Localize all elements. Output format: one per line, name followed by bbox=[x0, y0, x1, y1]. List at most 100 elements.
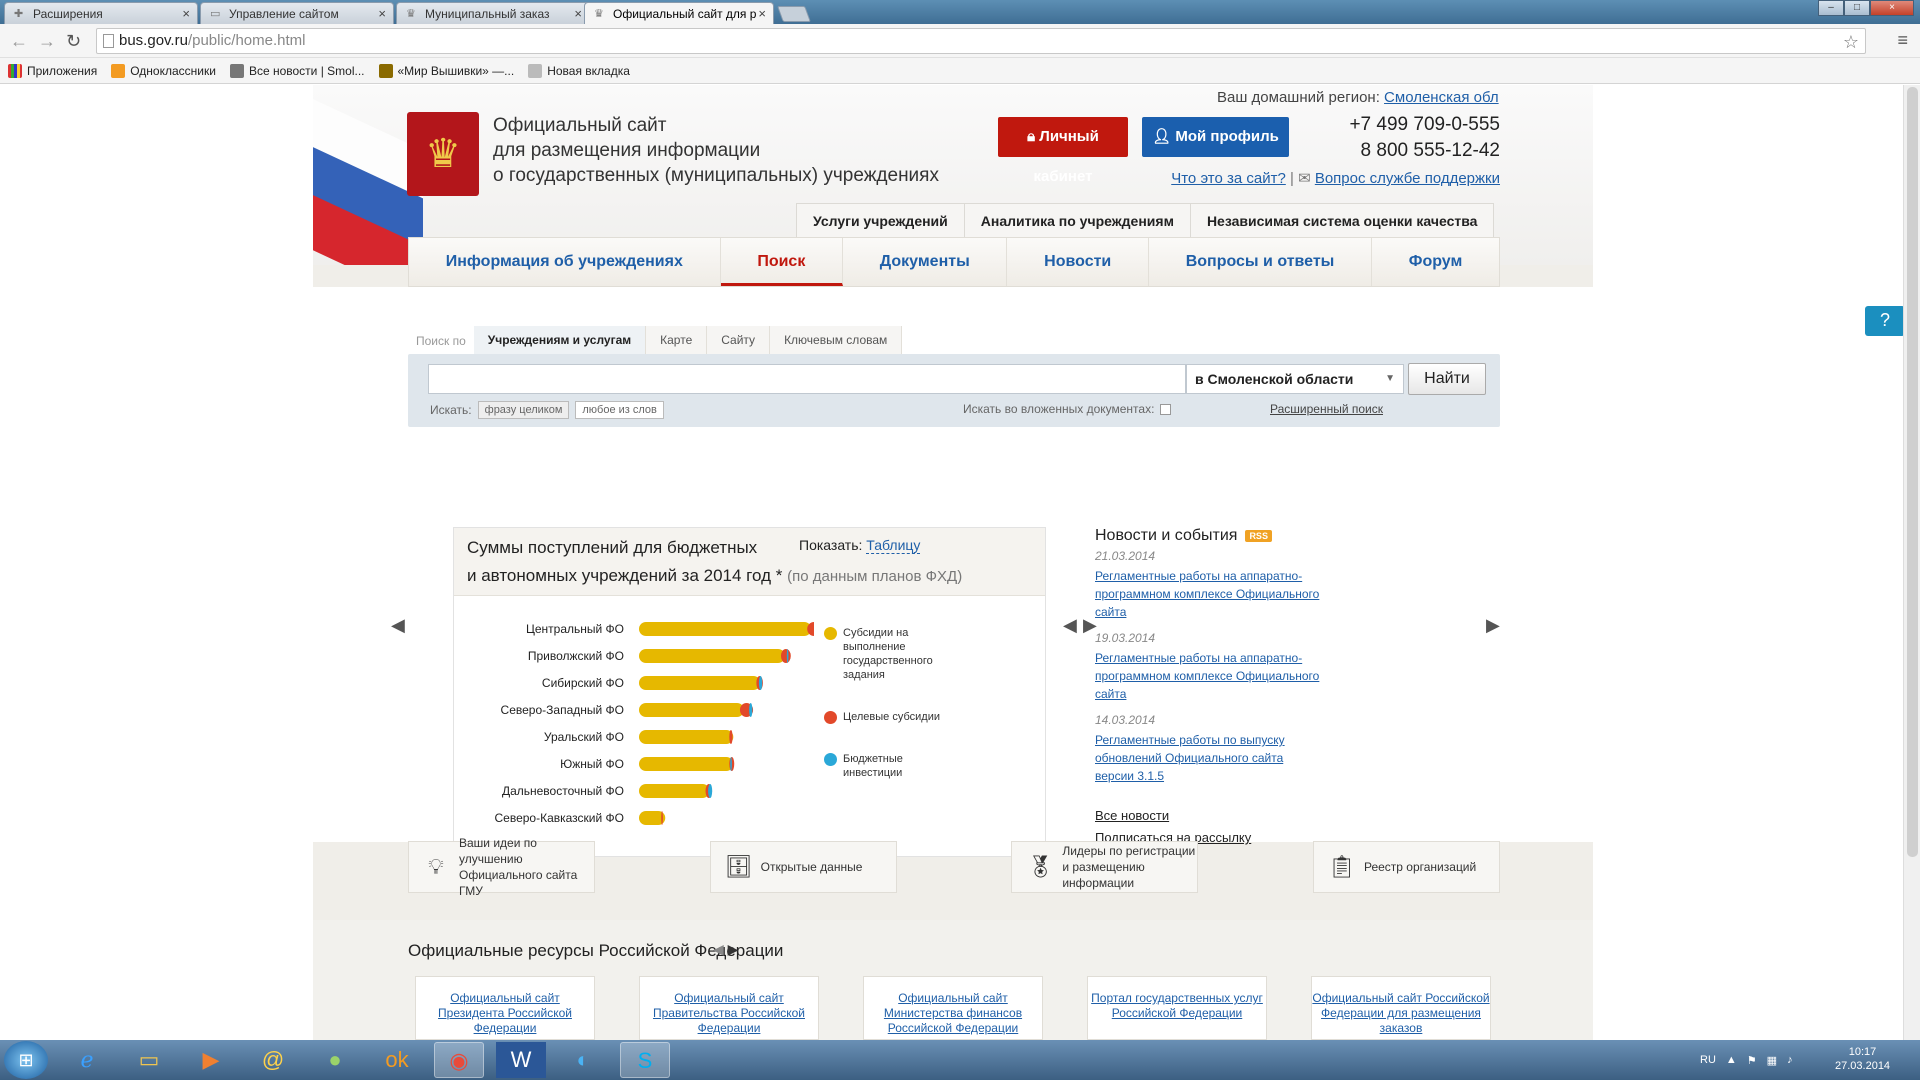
resource-card[interactable]: Официальный сайт Президента Российской Ф… bbox=[415, 976, 595, 1040]
nav-item-search[interactable]: Поиск bbox=[720, 238, 844, 286]
search-tab-site[interactable]: Сайту bbox=[707, 326, 771, 354]
bookmark-item[interactable]: Одноклассники bbox=[111, 63, 216, 78]
close-icon[interactable]: × bbox=[758, 6, 766, 21]
mode-any-button[interactable]: любое из слов bbox=[575, 401, 664, 419]
browser-tab[interactable]: ✚ Расширения × bbox=[4, 2, 198, 24]
page-scrollbar[interactable] bbox=[1903, 85, 1920, 1040]
advanced-search-link[interactable]: Расширенный поиск bbox=[1270, 402, 1383, 416]
bar-segment[interactable] bbox=[639, 649, 785, 663]
search-tab-institutions[interactable]: Учреждениям и услугам bbox=[473, 326, 647, 354]
bookmark-item[interactable]: «Мир Вышивки» —... bbox=[378, 63, 514, 78]
close-icon[interactable]: × bbox=[182, 6, 190, 21]
news-next-arrow-icon[interactable]: ▶ bbox=[1486, 615, 1500, 636]
search-input[interactable] bbox=[428, 364, 1186, 394]
bookmark-item[interactable]: Приложения bbox=[8, 63, 97, 78]
feature-registry[interactable]: 📋︎ Реестр организаций bbox=[1312, 841, 1500, 893]
odnoklassniki-icon[interactable]: ok bbox=[372, 1042, 422, 1078]
resource-card[interactable]: Официальный сайт Министерства финансов Р… bbox=[863, 976, 1043, 1040]
start-button[interactable]: ⊞ bbox=[4, 1041, 48, 1079]
bar-segment[interactable] bbox=[639, 784, 710, 798]
region-select[interactable]: в Смоленской области ▼ bbox=[1186, 364, 1404, 394]
mail-icon[interactable]: @ bbox=[248, 1042, 298, 1078]
news-link[interactable]: Регламентные работы по выпуску обновлени… bbox=[1095, 733, 1285, 783]
nested-docs-checkbox[interactable] bbox=[1160, 403, 1172, 415]
bar-segment[interactable] bbox=[786, 649, 789, 663]
address-bar[interactable]: bus.gov.ru/public/home.html ☆ bbox=[96, 28, 1866, 54]
skype-icon[interactable]: S bbox=[620, 1042, 670, 1078]
close-icon[interactable]: × bbox=[574, 6, 582, 21]
bar-segment[interactable] bbox=[639, 703, 744, 717]
site-title[interactable]: Официальный сайт для размещения информац… bbox=[493, 113, 939, 188]
resource-card[interactable]: Официальный сайт Российской Федерации дл… bbox=[1311, 976, 1491, 1040]
bar-segment[interactable] bbox=[661, 811, 663, 825]
find-button[interactable]: Найти bbox=[1408, 363, 1486, 395]
all-news-link[interactable]: Все новости bbox=[1095, 808, 1169, 823]
help-button[interactable]: ? bbox=[1865, 306, 1905, 336]
bar-segment[interactable] bbox=[730, 757, 732, 771]
browser-tab[interactable]: ▭ Управление сайтом × bbox=[200, 2, 394, 24]
personal-cabinet-button[interactable]: 🔒︎ Личный кабинет bbox=[998, 117, 1128, 185]
support-link[interactable]: Вопрос службе поддержки bbox=[1315, 170, 1500, 187]
explorer-icon[interactable]: ▭ bbox=[124, 1042, 174, 1078]
minimize-icon[interactable]: – bbox=[1818, 0, 1844, 16]
about-link[interactable]: Что это за сайт? bbox=[1171, 170, 1286, 187]
forward-arrow-icon[interactable]: → bbox=[38, 31, 56, 51]
menu-icon[interactable]: ≡ bbox=[1897, 30, 1908, 51]
app-icon[interactable]: ◐ bbox=[558, 1042, 608, 1078]
resource-card[interactable]: Портал государственных услуг Российской … bbox=[1087, 976, 1267, 1040]
search-tab-keywords[interactable]: Ключевым словам bbox=[770, 326, 903, 354]
chrome-icon[interactable]: ◉ bbox=[434, 1042, 484, 1078]
nav-item-institutions[interactable]: Информация об учреждениях bbox=[409, 238, 721, 286]
bar-segment[interactable] bbox=[639, 757, 734, 771]
browser-tab[interactable]: ♛ Муниципальный заказ × bbox=[396, 2, 590, 24]
bar-segment[interactable] bbox=[729, 730, 733, 744]
coat-of-arms-logo[interactable]: ♛ bbox=[407, 112, 479, 196]
sphere-icon[interactable]: ● bbox=[310, 1042, 360, 1078]
media-player-icon[interactable]: ▶ bbox=[186, 1042, 236, 1078]
bar-segment[interactable] bbox=[639, 730, 734, 744]
tab-analytics[interactable]: Аналитика по учреждениям bbox=[965, 204, 1191, 237]
bar-segment[interactable] bbox=[639, 622, 812, 636]
nav-item-documents[interactable]: Документы bbox=[843, 238, 1008, 286]
search-tab-map[interactable]: Карте bbox=[646, 326, 708, 354]
back-arrow-icon[interactable]: ← bbox=[10, 31, 28, 51]
nav-item-forum[interactable]: Форум bbox=[1372, 238, 1499, 286]
maximize-icon[interactable]: □ bbox=[1844, 0, 1870, 16]
mode-phrase-button[interactable]: фразу целиком bbox=[477, 401, 570, 419]
bar-segment[interactable] bbox=[708, 784, 713, 798]
browser-tab-active[interactable]: ♛ Официальный сайт для р × bbox=[584, 2, 774, 25]
feature-ideas[interactable]: 💡︎ Ваши идеи по улучшению Официального са… bbox=[408, 836, 595, 898]
chevron-left-icon[interactable]: ◀ bbox=[713, 941, 724, 957]
volume-icon[interactable]: ♪ bbox=[1787, 1054, 1793, 1066]
ie-icon[interactable]: ℯ bbox=[62, 1042, 112, 1078]
bookmark-item[interactable]: Новая вкладка bbox=[528, 63, 630, 78]
tray-arrow-icon[interactable]: ▲ bbox=[1726, 1054, 1737, 1066]
close-icon[interactable]: × bbox=[378, 6, 386, 21]
word-icon[interactable]: W bbox=[496, 1042, 546, 1078]
network-icon[interactable]: ▦ bbox=[1767, 1054, 1777, 1067]
close-window-icon[interactable]: × bbox=[1870, 0, 1914, 16]
news-link[interactable]: Регламентные работы на аппаратно-програм… bbox=[1095, 651, 1319, 701]
show-table-link[interactable]: Таблицу bbox=[866, 537, 921, 554]
new-tab-button[interactable] bbox=[777, 6, 811, 22]
tab-quality[interactable]: Независимая система оценки качества bbox=[1191, 204, 1494, 237]
region-link[interactable]: Смоленская обл bbox=[1384, 89, 1499, 106]
feature-leaders[interactable]: 🏅︎ Лидеры по регистрации и размещению инф… bbox=[1011, 841, 1199, 893]
bar-segment[interactable] bbox=[639, 676, 761, 690]
resource-card[interactable]: Официальный сайт Правительства Российско… bbox=[639, 976, 819, 1040]
clock[interactable]: 10:17 27.03.2014 bbox=[1835, 1045, 1890, 1073]
bookmark-star-icon[interactable]: ☆ bbox=[1843, 30, 1859, 54]
nav-item-faq[interactable]: Вопросы и ответы bbox=[1149, 238, 1373, 286]
bar-segment[interactable] bbox=[758, 676, 763, 690]
chart-prev-arrow-icon[interactable]: ◀ bbox=[391, 615, 405, 636]
my-profile-button[interactable]: 👤︎ Мой профиль bbox=[1142, 117, 1289, 157]
feature-open-data[interactable]: 🗄︎ Открытые данные bbox=[709, 841, 897, 893]
rss-icon[interactable]: RSS bbox=[1245, 529, 1272, 542]
bar-segment[interactable] bbox=[749, 703, 753, 717]
tab-services[interactable]: Услуги учреждений bbox=[797, 204, 965, 237]
news-prev-arrow-icon[interactable]: ◀ bbox=[1063, 615, 1077, 636]
scrollbar-thumb[interactable] bbox=[1907, 87, 1918, 857]
reload-icon[interactable]: ↻ bbox=[66, 31, 81, 51]
bar-segment[interactable] bbox=[780, 649, 791, 663]
bookmark-item[interactable]: Все новости | Smol... bbox=[229, 63, 365, 78]
